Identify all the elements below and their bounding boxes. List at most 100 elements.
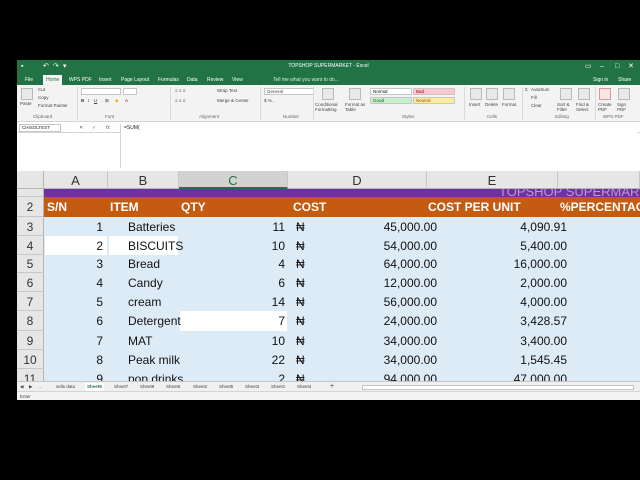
cell-cost-per-unit[interactable]: 47,000.00 bbox=[437, 369, 567, 381]
cell-sn[interactable]: 6 bbox=[44, 311, 103, 331]
cell-qty[interactable]: 10 bbox=[181, 236, 285, 255]
style-good[interactable]: Good bbox=[370, 97, 412, 104]
cell-sn[interactable]: 8 bbox=[44, 350, 103, 369]
conditional-formatting-button[interactable]: Conditional Formatting bbox=[315, 102, 345, 112]
cell-cost[interactable]: 64,000.00 bbox=[310, 255, 437, 273]
cell-sn[interactable]: 3 bbox=[44, 255, 103, 273]
header-cost[interactable]: COST bbox=[293, 197, 326, 217]
tell-me-box[interactable]: Tell me what you want to do... bbox=[273, 76, 339, 84]
find-select-icon[interactable] bbox=[578, 88, 590, 100]
cell-currency[interactable]: ₦ bbox=[296, 273, 310, 292]
delete-cells-icon[interactable] bbox=[486, 88, 498, 100]
cell-currency[interactable]: ₦ bbox=[296, 217, 310, 236]
sheet-nav-prev-icon[interactable]: ◀ bbox=[20, 383, 23, 391]
merge-center-button[interactable]: Merge & Center bbox=[217, 98, 249, 104]
row-header[interactable]: 6 bbox=[17, 273, 44, 292]
sheet-tab[interactable]: Sheet3 bbox=[245, 383, 259, 391]
cell-cost-per-unit[interactable]: 2,000.00 bbox=[437, 273, 567, 292]
copy-button[interactable]: Copy bbox=[38, 95, 49, 101]
style-neutral[interactable]: Neutral bbox=[413, 97, 455, 104]
tab-formulas[interactable]: Formulas bbox=[158, 76, 179, 84]
row-header[interactable]: 8 bbox=[17, 311, 44, 331]
font-color-icon[interactable]: A bbox=[125, 98, 128, 104]
insert-cells-button[interactable]: Insert bbox=[469, 102, 480, 108]
cancel-icon[interactable]: ✕ bbox=[79, 124, 83, 132]
cell-cost-per-unit[interactable]: 3,400.00 bbox=[437, 331, 567, 350]
cell-cost-per-unit[interactable]: 1,545.45 bbox=[437, 350, 567, 369]
cell-cost[interactable]: 12,000.00 bbox=[310, 273, 437, 292]
underline-icon[interactable]: U bbox=[94, 98, 97, 104]
cell-sn[interactable]: 4 bbox=[44, 273, 103, 292]
delete-cells-button[interactable]: Delete bbox=[485, 102, 498, 108]
row-header[interactable]: 9 bbox=[17, 331, 44, 350]
cell-qty[interactable]: 7 bbox=[181, 311, 285, 331]
sheet-tab[interactable]: Sheet7 bbox=[114, 383, 128, 391]
cell-cost[interactable]: 34,000.00 bbox=[310, 350, 437, 369]
cell-cost[interactable]: 56,000.00 bbox=[310, 292, 437, 311]
header-sn[interactable]: S/N bbox=[47, 197, 67, 217]
cell-sn[interactable]: 5 bbox=[44, 292, 103, 311]
row-header[interactable]: 5 bbox=[17, 255, 44, 273]
insert-cells-icon[interactable] bbox=[470, 88, 482, 100]
insert-function-button[interactable]: fx bbox=[106, 124, 110, 132]
row-header[interactable]: 4 bbox=[17, 236, 44, 255]
cell-cost-per-unit[interactable]: 4,090.91 bbox=[437, 217, 567, 236]
sign-pdf-button[interactable]: Sign PDF bbox=[617, 102, 633, 112]
cell-cost[interactable]: 54,000.00 bbox=[310, 236, 437, 255]
style-bad[interactable]: Bad bbox=[413, 88, 455, 95]
header-qty[interactable]: QTY bbox=[181, 197, 206, 217]
column-header-f[interactable] bbox=[558, 171, 640, 189]
align-top-icon[interactable]: ≡ ≡ ≡ bbox=[175, 88, 185, 94]
tab-review[interactable]: Review bbox=[207, 76, 223, 84]
sheet-tab[interactable]: Sheet1 bbox=[271, 383, 285, 391]
cell-qty[interactable]: 2 bbox=[181, 369, 285, 381]
column-header-d[interactable]: D bbox=[288, 171, 427, 189]
cell-cost-per-unit[interactable]: 16,000.00 bbox=[437, 255, 567, 273]
horizontal-scrollbar[interactable] bbox=[362, 385, 634, 390]
cell-cost[interactable]: 24,000.00 bbox=[310, 311, 437, 331]
cell-cost-per-unit[interactable]: 5,400.00 bbox=[437, 236, 567, 255]
format-as-table-icon[interactable] bbox=[349, 88, 361, 100]
row-header[interactable] bbox=[17, 189, 44, 197]
number-format-box[interactable]: General bbox=[264, 88, 314, 95]
formula-input[interactable]: =SUM( bbox=[120, 124, 638, 168]
wrap-text-button[interactable]: Wrap Text bbox=[217, 88, 237, 94]
find-select-button[interactable]: Find & Select bbox=[576, 102, 594, 112]
cell-currency[interactable]: ₦ bbox=[296, 292, 310, 311]
share-button[interactable]: Share bbox=[618, 76, 631, 84]
row-header[interactable]: 3 bbox=[17, 217, 44, 236]
column-header-b[interactable]: B bbox=[108, 171, 179, 189]
sort-filter-icon[interactable] bbox=[560, 88, 572, 100]
format-as-table-button[interactable]: Format as Table bbox=[345, 102, 369, 112]
minimize-icon[interactable]: – bbox=[600, 62, 604, 72]
cell-cost-per-unit[interactable]: 3,428.57 bbox=[437, 311, 567, 331]
tab-wps-pdf[interactable]: WPS PDF bbox=[69, 76, 92, 84]
close-icon[interactable]: ✕ bbox=[628, 62, 634, 72]
cell-cost-per-unit[interactable]: 4,000.00 bbox=[437, 292, 567, 311]
tab-view[interactable]: View bbox=[232, 76, 243, 84]
sheet-nav-next-icon[interactable]: ▶ bbox=[29, 383, 32, 391]
sheet-tab[interactable]: Sheet6 bbox=[166, 383, 180, 391]
autosum-button[interactable]: AutoSum bbox=[531, 87, 550, 93]
cell-currency[interactable]: ₦ bbox=[296, 350, 310, 369]
clear-button[interactable]: Clear bbox=[531, 103, 542, 109]
cell-qty[interactable]: 11 bbox=[181, 217, 285, 236]
format-cells-icon[interactable] bbox=[503, 88, 515, 100]
fill-button[interactable]: Fill bbox=[531, 95, 537, 101]
cell-sn[interactable]: 7 bbox=[44, 331, 103, 350]
sheet-tab[interactable]: sells data bbox=[56, 383, 75, 391]
format-cells-button[interactable]: Format bbox=[502, 102, 516, 108]
tab-data[interactable]: Data bbox=[187, 76, 198, 84]
cell-currency[interactable]: ₦ bbox=[296, 369, 310, 381]
cell-currency[interactable]: ₦ bbox=[296, 311, 310, 331]
row-header[interactable]: 2 bbox=[17, 197, 44, 217]
cell-qty[interactable]: 14 bbox=[181, 292, 285, 311]
column-header-a[interactable]: A bbox=[44, 171, 108, 189]
row-header[interactable]: 7 bbox=[17, 292, 44, 311]
tab-file[interactable]: File bbox=[25, 76, 33, 84]
cell-sn[interactable]: 9 bbox=[44, 369, 103, 381]
bold-icon[interactable]: B bbox=[81, 98, 84, 104]
conditional-formatting-icon[interactable] bbox=[322, 88, 334, 100]
align-left-icon[interactable]: ≡ ≡ ≡ bbox=[175, 98, 185, 104]
sign-in-link[interactable]: Sign in bbox=[593, 76, 608, 84]
